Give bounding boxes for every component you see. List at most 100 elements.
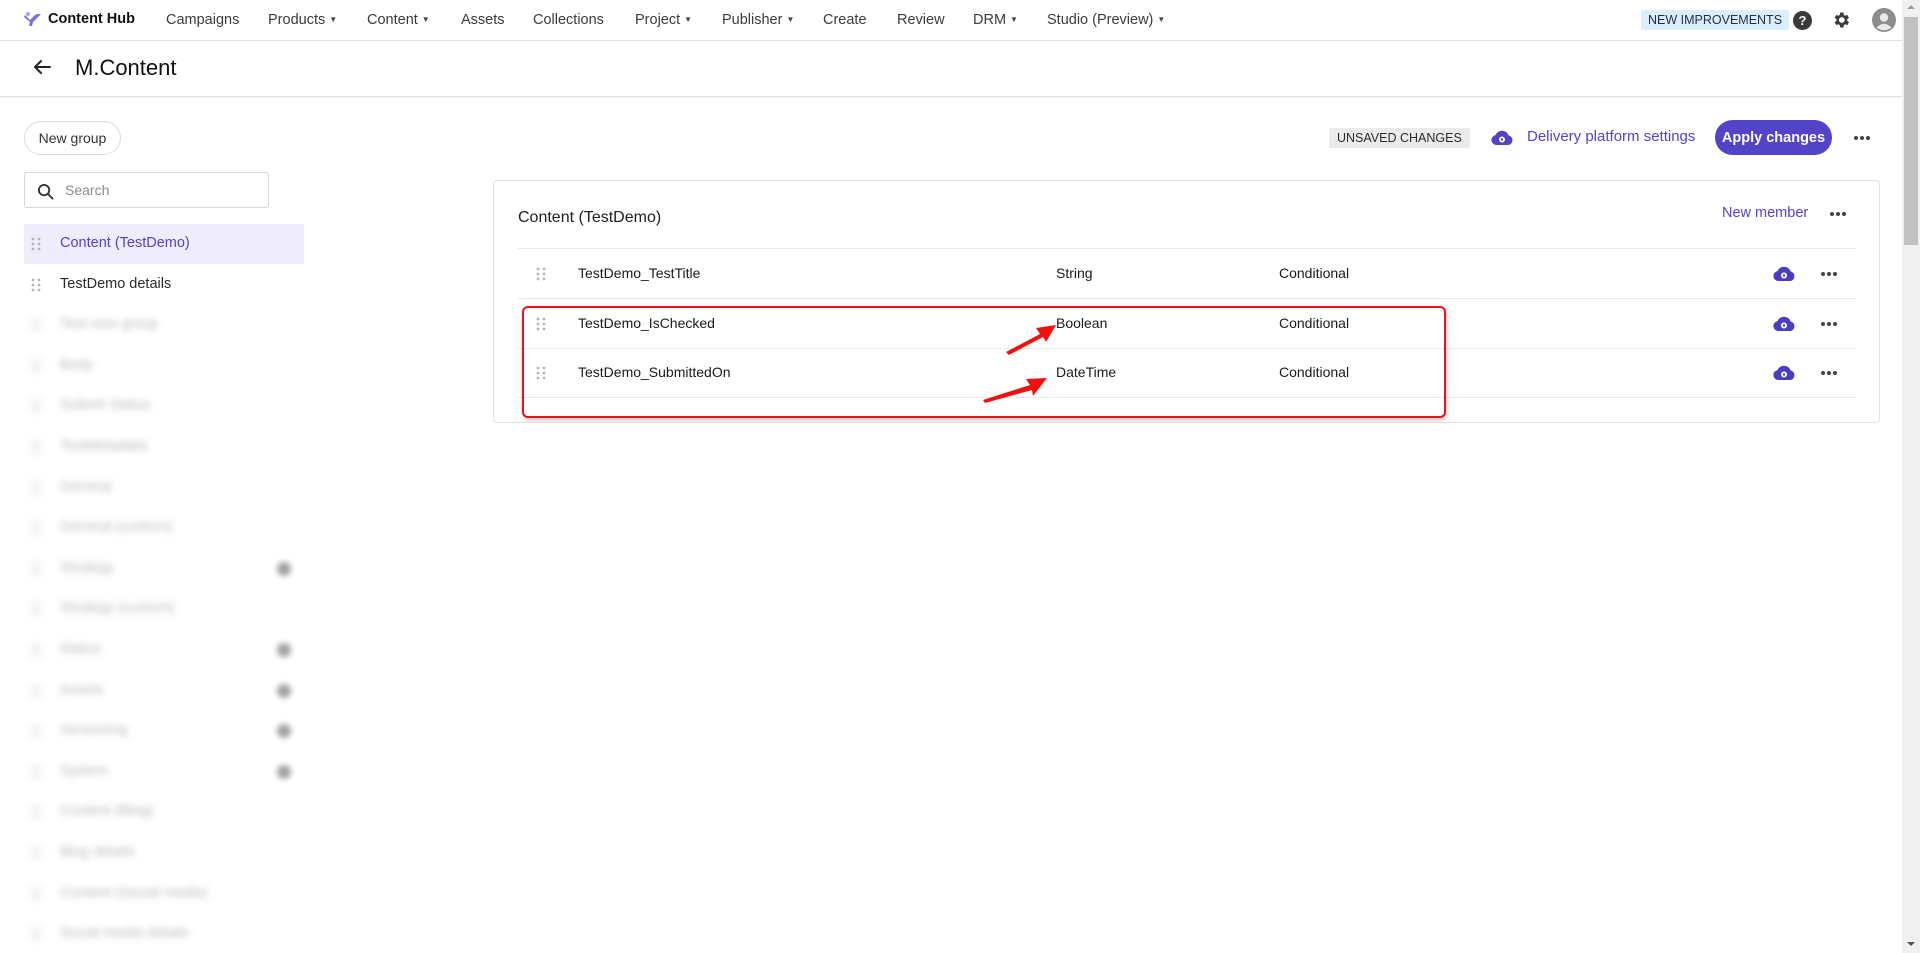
page-title: M.Content — [75, 55, 177, 80]
drag-handle-icon[interactable] — [536, 267, 546, 281]
member-more-icon[interactable] — [1819, 270, 1839, 278]
member-type: DateTime — [1056, 364, 1117, 380]
drag-handle-icon[interactable] — [536, 317, 546, 331]
brand-logo[interactable]: Content Hub — [24, 11, 135, 27]
member-type: String — [1056, 265, 1093, 281]
drag-handle-icon[interactable] — [31, 602, 41, 616]
delivery-platform-settings-link[interactable]: Delivery platform settings — [1527, 128, 1695, 145]
sidebar-item[interactable]: TestDemo details — [24, 265, 304, 305]
drag-handle-icon[interactable] — [31, 846, 41, 860]
nav-create[interactable]: Create — [823, 12, 867, 28]
drag-handle-icon[interactable] — [31, 765, 41, 779]
sidebar-item[interactable]: Test new group — [24, 305, 304, 345]
nav-review[interactable]: Review — [897, 12, 945, 28]
drag-handle-icon[interactable] — [31, 927, 41, 941]
sidebar-item[interactable]: Content (TestDemo) — [24, 224, 304, 264]
drag-handle-icon[interactable] — [31, 318, 41, 332]
page-scrollbar[interactable] — [1902, 0, 1920, 953]
drag-handle-icon[interactable] — [536, 366, 546, 380]
scroll-down-arrow-icon[interactable] — [1907, 942, 1915, 946]
sidebar-item[interactable]: System — [24, 752, 304, 792]
drag-handle-icon[interactable] — [31, 562, 41, 576]
drag-handle-icon[interactable] — [31, 724, 41, 738]
member-more-icon[interactable] — [1819, 320, 1839, 328]
member-more-icon[interactable] — [1819, 369, 1839, 377]
sidebar-item[interactable]: Submit Status — [24, 386, 304, 426]
nav-products[interactable]: Products ▼ — [268, 12, 337, 28]
sidebar-search[interactable] — [24, 172, 269, 208]
search-icon — [37, 183, 54, 200]
sidebar-item-label: Status — [60, 641, 102, 657]
apply-changes-button[interactable]: Apply changes — [1715, 120, 1832, 155]
new-group-button[interactable]: New group — [24, 121, 121, 155]
nav-collections[interactable]: Collections — [533, 12, 604, 28]
cloud-settings-icon[interactable] — [1490, 128, 1514, 146]
help-icon[interactable]: ? — [1793, 11, 1812, 30]
nav-label: Assets — [461, 12, 505, 28]
sidebar-item[interactable]: Assets — [24, 671, 304, 711]
sidebar-item-label: Social media details — [60, 925, 189, 942]
sidebar-item[interactable]: Strategy (custom) — [24, 589, 304, 629]
sidebar-item[interactable]: Strategy — [24, 549, 304, 589]
cloud-settings-icon[interactable] — [1772, 264, 1796, 282]
sidebar-item[interactable]: Content (Social media) — [24, 874, 304, 914]
sidebar-item-label: Content (Blog) — [60, 803, 154, 820]
scrollbar-thumb[interactable] — [1904, 17, 1918, 245]
chevron-down-icon: ▼ — [421, 15, 430, 24]
group-more-icon[interactable] — [1828, 210, 1848, 218]
system-badge-icon — [277, 683, 291, 698]
nav-drm[interactable]: DRM ▼ — [973, 12, 1018, 28]
scroll-up-arrow-icon[interactable] — [1907, 5, 1915, 9]
sidebar-item[interactable]: TestMetadata — [24, 427, 304, 467]
nav-campaigns[interactable]: Campaigns — [166, 12, 239, 28]
new-member-link[interactable]: New member — [1722, 205, 1808, 221]
drag-handle-icon[interactable] — [31, 278, 41, 292]
drag-handle-icon[interactable] — [31, 805, 41, 819]
sidebar-item[interactable]: Body — [24, 346, 304, 386]
user-avatar-icon[interactable] — [1872, 8, 1896, 32]
drag-handle-icon[interactable] — [31, 399, 41, 413]
search-input[interactable] — [65, 179, 260, 201]
drag-handle-icon[interactable] — [31, 359, 41, 373]
sidebar-item[interactable]: Status — [24, 630, 304, 670]
system-badge-icon — [277, 561, 291, 576]
drag-handle-icon[interactable] — [31, 521, 41, 535]
sidebar-item[interactable]: Versioning — [24, 711, 304, 751]
chevron-down-icon: ▼ — [684, 15, 693, 24]
nav-label: Content — [367, 12, 418, 28]
arrow-left-icon[interactable] — [32, 57, 52, 77]
drag-handle-icon[interactable] — [31, 684, 41, 698]
sidebar-item-label: TestMetadata — [60, 438, 148, 454]
cloud-settings-icon[interactable] — [1772, 314, 1796, 332]
sidebar-item-label: System — [60, 762, 109, 779]
sidebar-item-label: Test new group — [60, 316, 159, 333]
nav-content[interactable]: Content ▼ — [367, 12, 430, 28]
sidebar-item[interactable]: Blog details — [24, 833, 304, 873]
member-name[interactable]: TestDemo_TestTitle — [578, 265, 700, 281]
member-row[interactable]: TestDemo_SubmittedOn DateTime Conditional — [518, 348, 1856, 397]
sidebar-item[interactable]: Content (Blog) — [24, 792, 304, 832]
gear-icon[interactable] — [1831, 10, 1851, 30]
sidebar-item[interactable]: General (custom) — [24, 508, 304, 548]
drag-handle-icon[interactable] — [31, 237, 41, 251]
chevron-down-icon: ▼ — [786, 15, 795, 24]
cloud-settings-icon[interactable] — [1772, 363, 1796, 381]
more-horizontal-icon[interactable] — [1852, 134, 1872, 142]
drag-handle-icon[interactable] — [31, 643, 41, 657]
drag-handle-icon[interactable] — [31, 481, 41, 495]
drag-handle-icon[interactable] — [31, 887, 41, 901]
sidebar-item[interactable]: Social media details — [24, 914, 304, 953]
member-name[interactable]: TestDemo_IsChecked — [578, 315, 715, 331]
sidebar-item[interactable]: General — [24, 468, 304, 508]
system-badge-icon — [277, 764, 291, 779]
drag-handle-icon[interactable] — [31, 440, 41, 454]
nav-studio-preview[interactable]: Studio (Preview) ▼ — [1047, 12, 1165, 28]
nav-assets[interactable]: Assets — [461, 12, 505, 28]
member-row[interactable]: TestDemo_TestTitle String Conditional — [518, 249, 1856, 298]
member-row[interactable]: TestDemo_IsChecked Boolean Conditional — [518, 299, 1856, 348]
nav-publisher[interactable]: Publisher ▼ — [722, 12, 794, 28]
new-improvements-badge[interactable]: NEW IMPROVEMENTS — [1641, 10, 1790, 30]
member-name[interactable]: TestDemo_SubmittedOn — [578, 364, 731, 380]
nav-project[interactable]: Project ▼ — [635, 12, 692, 28]
sidebar-item-label: Blog details — [60, 844, 135, 860]
